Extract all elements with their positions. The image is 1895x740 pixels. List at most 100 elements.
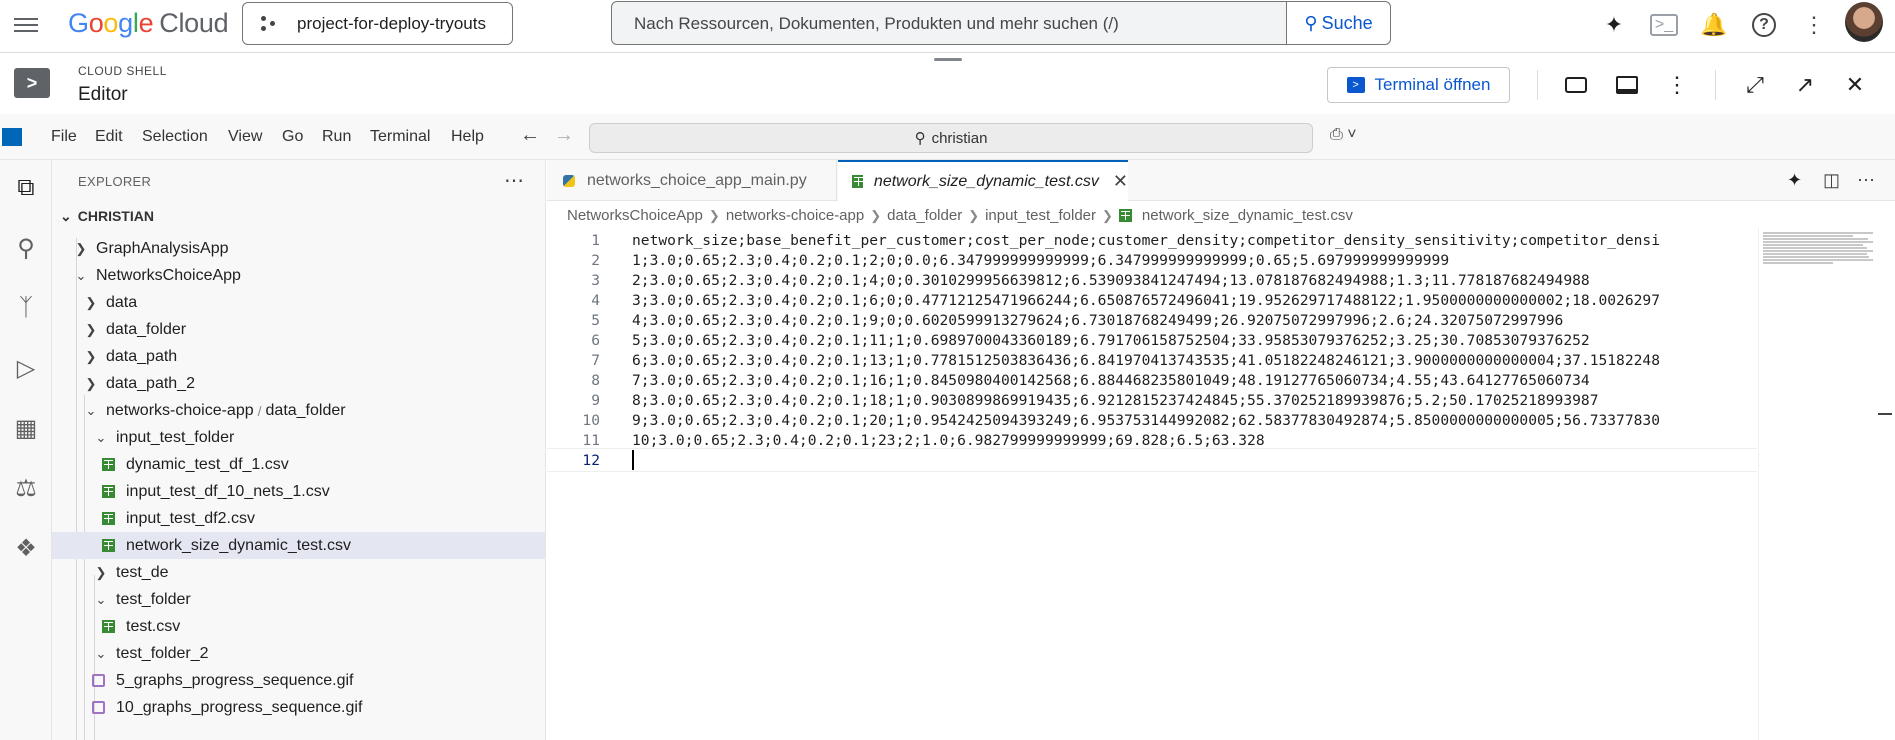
gcp-top-bar: Google Cloud project-for-deploy-tryouts N…	[0, 0, 1895, 53]
editor-title: Editor	[78, 84, 128, 105]
text-cursor	[632, 450, 634, 470]
tree-item-test-folder[interactable]: ⌄ test_folder	[52, 586, 545, 613]
breadcrumb-item[interactable]: networks-choice-app	[726, 207, 864, 224]
tree-item-data[interactable]: ❯ data	[52, 289, 545, 316]
tree-item-data-folder[interactable]: ❯ data_folder	[52, 316, 545, 343]
gemini-sparkle-icon[interactable]: ✦	[1598, 9, 1630, 41]
tab-network-size-dynamic-test-csv[interactable]: network_size_dynamic_test.csv ✕	[838, 160, 1128, 201]
breadcrumb-item[interactable]: network_size_dynamic_test.csv	[1142, 207, 1353, 224]
tree-item-input-test-df-10-nets-1-csv[interactable]: input_test_df_10_nets_1.csv	[52, 478, 545, 505]
tree-item-label: test.csv	[126, 617, 181, 635]
command-center-search[interactable]: ⚲ christian	[589, 123, 1313, 153]
tab-networks-choice-app-main-py[interactable]: networks_choice_app_main.py	[547, 160, 837, 201]
search-input[interactable]: Nach Ressourcen, Dokumenten, Produkten u…	[611, 1, 1391, 45]
run-debug-icon[interactable]: ▷	[8, 350, 44, 386]
open-terminal-button[interactable]: > Terminal öffnen	[1327, 67, 1510, 103]
explorer-more-icon[interactable]: ⋯	[504, 168, 524, 193]
menu-view[interactable]: View	[228, 128, 262, 146]
source-control-icon[interactable]: ᛉ	[8, 290, 44, 326]
tree-item-network-size-dynamic-test-csv[interactable]: network_size_dynamic_test.csv	[52, 532, 545, 559]
breadcrumb: NetworksChoiceApp ❯ networks-choice-app ❯ …	[567, 207, 1353, 224]
menu-terminal[interactable]: Terminal	[370, 128, 430, 146]
activity-bar: ⧉ ⚲ ᛉ ▷ ▦ ⚖ ❖	[0, 160, 52, 740]
menu-selection[interactable]: Selection	[142, 128, 208, 146]
toggle-terminal-icon[interactable]	[1612, 70, 1642, 100]
minimap-line	[1763, 250, 1873, 252]
minimize-icon[interactable]: ⤢	[1740, 70, 1770, 100]
avatar[interactable]	[1845, 2, 1883, 42]
shell-more-icon[interactable]: ⋮	[1662, 70, 1692, 100]
forward-arrow-icon[interactable]: →	[554, 124, 574, 147]
editor-more-icon[interactable]: ⋯	[1857, 170, 1875, 191]
chevron-right-icon: ❯	[1102, 207, 1113, 223]
menu-help[interactable]: Help	[451, 128, 484, 146]
extensions-icon[interactable]: ▦	[8, 410, 44, 446]
explorer-icon[interactable]: ⧉	[8, 170, 44, 206]
line-number: 5	[591, 311, 600, 329]
tree-item-test-csv[interactable]: test.csv	[52, 613, 545, 640]
back-arrow-icon[interactable]: ←	[520, 124, 540, 147]
editor-logo-icon	[2, 128, 22, 146]
minimap[interactable]	[1758, 228, 1895, 740]
menu-run[interactable]: Run	[322, 128, 351, 146]
gemini-sparkle-icon[interactable]: ✦	[1787, 170, 1802, 191]
project-picker[interactable]: project-for-deploy-tryouts	[242, 2, 513, 45]
layout-options-icon[interactable]: ⎙ ˅	[1330, 126, 1357, 144]
tree-item-label: data_folder	[106, 320, 187, 338]
search-button[interactable]: ⚲ Suche	[1286, 2, 1390, 44]
testing-icon[interactable]: ⚖	[8, 470, 44, 506]
code-editor[interactable]: 1 network_size;base_benefit_per_customer;…	[547, 228, 1757, 740]
cloud-shell-header: > CLOUD SHELL Editor > Terminal öffnen ⋮ …	[0, 54, 1895, 114]
menu-edit[interactable]: Edit	[95, 128, 123, 146]
cloud-shell-icon[interactable]: >_	[1648, 9, 1680, 41]
tree-item-networkschoiceapp[interactable]: ⌄ NetworksChoiceApp	[52, 262, 545, 289]
explorer-sidebar: EXPLORER ⋯ ⌄ CHRISTIAN ❯ GraphAnalysisApp …	[52, 160, 546, 740]
tree-item-test-folder-2[interactable]: ⌄ test_folder_2	[52, 640, 545, 667]
scrollbar-cursor-marker	[1878, 413, 1892, 415]
tree-item-dynamic-test-df-1-csv[interactable]: dynamic_test_df_1.csv	[52, 451, 545, 478]
main-menu-icon[interactable]	[14, 14, 40, 38]
breadcrumb-item[interactable]: input_test_folder	[985, 207, 1096, 224]
chevron-down-icon: ⌄	[95, 591, 107, 607]
tree-item-data-path-2[interactable]: ❯ data_path_2	[52, 370, 545, 397]
tree-item-input-test-folder[interactable]: ⌄ input_test_folder	[52, 424, 545, 451]
tree-item-10-graphs-gif[interactable]: 10_graphs_progress_sequence.gif	[52, 694, 545, 721]
tree-item-input-test-df2-csv[interactable]: input_test_df2.csv	[52, 505, 545, 532]
tree-item-5-graphs-gif[interactable]: 5_graphs_progress_sequence.gif	[52, 667, 545, 694]
menu-file[interactable]: File	[51, 128, 77, 146]
web-preview-icon[interactable]	[1561, 70, 1591, 100]
minimap-line	[1763, 256, 1869, 258]
more-options-icon[interactable]: ⋮	[1798, 9, 1830, 41]
tree-item-graphanalysisapp[interactable]: ❯ GraphAnalysisApp	[52, 235, 545, 262]
breadcrumb-item[interactable]: NetworksChoiceApp	[567, 207, 703, 224]
chevron-right-icon: ❯	[85, 348, 97, 364]
cloud-code-icon[interactable]: ❖	[8, 530, 44, 566]
tree-item-data-path[interactable]: ❯ data_path	[52, 343, 545, 370]
search-icon[interactable]: ⚲	[8, 230, 44, 266]
tree-item-test-de[interactable]: ❯ test_de	[52, 559, 545, 586]
workspace-root[interactable]: ⌄ CHRISTIAN	[52, 204, 545, 228]
image-file-icon	[92, 674, 105, 687]
line-number: 12	[582, 451, 600, 469]
notifications-icon[interactable]: 🔔	[1698, 9, 1730, 41]
chevron-down-icon: ⌄	[60, 207, 72, 224]
resize-handle[interactable]	[934, 58, 962, 61]
open-new-window-icon[interactable]: ↗	[1790, 70, 1820, 100]
tree-item-networks-choice-app-data-folder[interactable]: ⌄ networks-choice-app / data_folder	[52, 397, 545, 424]
line-number: 6	[591, 331, 600, 349]
line-text: 6;3.0;0.65;2.3;0.4;0.2;0.1;13;1;0.778151…	[632, 351, 1660, 369]
minimap-line	[1763, 259, 1873, 261]
current-code-line: 12	[547, 448, 1757, 472]
tab-label: network_size_dynamic_test.csv	[873, 172, 1099, 190]
tree-item-label: test_de	[116, 563, 169, 581]
menu-go[interactable]: Go	[282, 128, 303, 146]
split-editor-icon[interactable]: ◫	[1823, 170, 1840, 191]
close-tab-icon[interactable]: ✕	[1113, 171, 1128, 192]
chevron-down-icon: ⌄	[75, 267, 87, 283]
help-icon[interactable]: ?	[1748, 9, 1780, 41]
line-text: 10;3.0;0.65;2.3;0.4;0.2;0.1;23;2;1.0;6.9…	[632, 431, 1265, 449]
breadcrumb-item[interactable]: data_folder	[887, 207, 962, 224]
tree-item-label: data_folder	[265, 401, 346, 419]
google-cloud-logo[interactable]: Google Cloud	[68, 8, 229, 39]
close-icon[interactable]: ✕	[1840, 70, 1870, 100]
